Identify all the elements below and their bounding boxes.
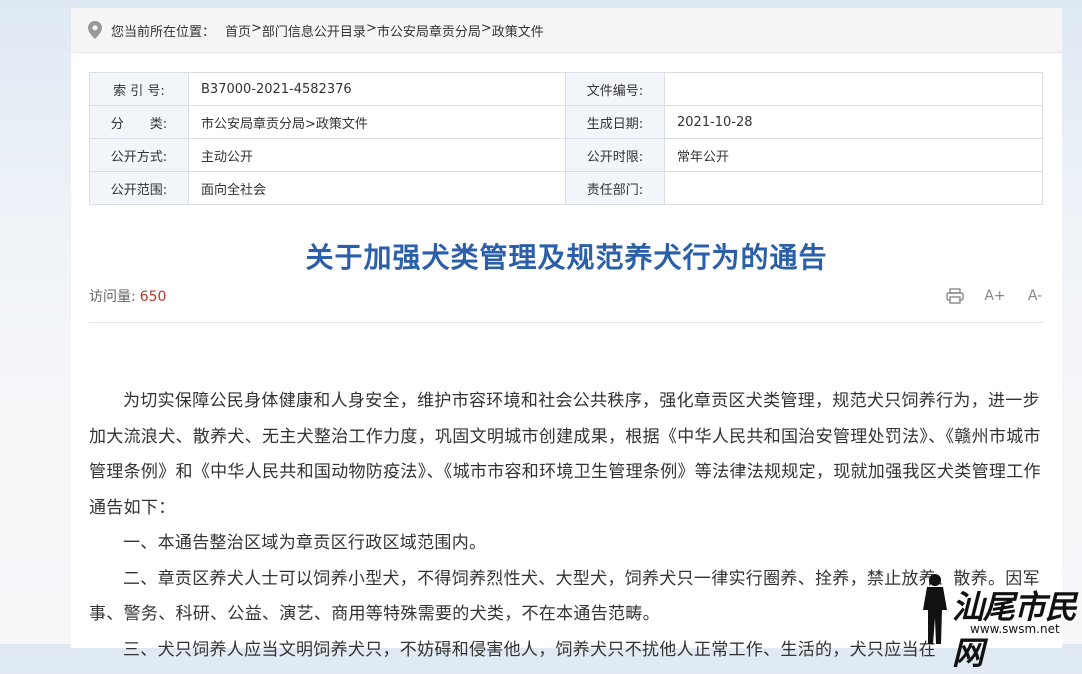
breadcrumb-separator: >: [251, 21, 262, 36]
font-decrease-icon: A-: [1027, 288, 1043, 304]
meta-value-scope: 面向全社会: [188, 171, 566, 205]
metadata-row: 分 类: 市公安局章贡分局>政策文件 生成日期: 2021-10-28: [89, 105, 1043, 139]
print-icon: [946, 288, 964, 304]
divider: [89, 322, 1043, 323]
meta-key-docno: 文件编号:: [565, 72, 665, 106]
print-button[interactable]: [944, 286, 966, 306]
meta-key-scope: 公开范围:: [89, 171, 189, 205]
meta-value-category: 市公安局章贡分局>政策文件: [188, 105, 566, 139]
meta-key-date: 生成日期:: [565, 105, 665, 139]
metadata-row: 公开范围: 面向全社会 责任部门:: [89, 171, 1043, 205]
meta-value-index: B37000-2021-4582376: [188, 72, 566, 106]
article-title: 关于加强犬类管理及规范养犬行为的通告: [305, 241, 828, 274]
meta-key-category: 分 类:: [89, 105, 189, 139]
location-pin-icon: [88, 21, 102, 39]
meta-key-department: 责任部门:: [565, 171, 665, 205]
visits-count: 650: [139, 289, 167, 305]
article-paragraph: 二、章贡区养犬人士可以饲养小型犬，不得饲养烈性犬、大型犬，饲养犬只一律实行圈养、…: [89, 568, 1040, 625]
meta-value-method: 主动公开: [188, 138, 566, 172]
article-paragraph: 为切实保障公民身体健康和人身安全，维护市容环境和社会公共秩序，强化章贡区犬类管理…: [89, 391, 1041, 518]
meta-key-index: 索 引 号:: [89, 72, 189, 106]
font-increase-button[interactable]: A+: [984, 286, 1006, 306]
metadata-row: 索 引 号: B37000-2021-4582376 文件编号:: [89, 72, 1043, 106]
breadcrumb-label: 您当前所在位置：: [111, 25, 216, 40]
metadata-row: 公开方式: 主动公开 公开时限: 常年公开: [89, 138, 1043, 172]
font-decrease-button[interactable]: A-: [1024, 286, 1046, 306]
breadcrumb-directory-link[interactable]: 部门信息公开目录: [262, 21, 366, 40]
meta-key-method: 公开方式:: [89, 138, 189, 172]
article-tools: A+ A-: [944, 286, 1046, 306]
breadcrumb-department-link[interactable]: 市公安局章贡分局: [377, 21, 481, 40]
breadcrumb: 您当前所在位置： 首页 > 部门信息公开目录 > 市公安局章贡分局 > 政策文件: [71, 8, 1062, 53]
breadcrumb-home-link[interactable]: 首页: [225, 21, 251, 40]
breadcrumb-path: 首页 > 部门信息公开目录 > 市公安局章贡分局 > 政策文件: [225, 21, 544, 40]
meta-value-period: 常年公开: [664, 138, 1043, 172]
breadcrumb-separator: >: [365, 21, 377, 36]
content-panel: 您当前所在位置： 首页 > 部门信息公开目录 > 市公安局章贡分局 > 政策文件…: [71, 8, 1062, 660]
metadata-table: 索 引 号: B37000-2021-4582376 文件编号: 分 类: 市公…: [89, 72, 1043, 205]
article-body: 为切实保障公民身体健康和人身安全，维护市容环境和社会公共秩序，强化章贡区犬类管理…: [89, 384, 1043, 668]
visits-label: 访问量:: [89, 289, 136, 305]
font-increase-icon: A+: [984, 288, 1006, 304]
meta-key-period: 公开时限:: [565, 138, 665, 172]
meta-value-department: [664, 171, 1043, 205]
meta-value-docno: [664, 72, 1043, 106]
article-paragraph: 三、犬只饲养人应当文明饲养犬只，不妨碍和侵害他人，饲养犬只不扰他人正常工作、生活…: [123, 639, 937, 660]
article-paragraph: 一、本通告整治区域为章贡区行政区域范围内。: [123, 533, 487, 553]
breadcrumb-separator: >: [480, 21, 492, 36]
meta-value-date: 2021-10-28: [664, 105, 1043, 139]
visit-counter: 访问量: 650: [89, 286, 166, 306]
watermark-url: www.swsm.net: [970, 622, 1060, 636]
breadcrumb-policy-link[interactable]: 政策文件: [492, 21, 544, 40]
